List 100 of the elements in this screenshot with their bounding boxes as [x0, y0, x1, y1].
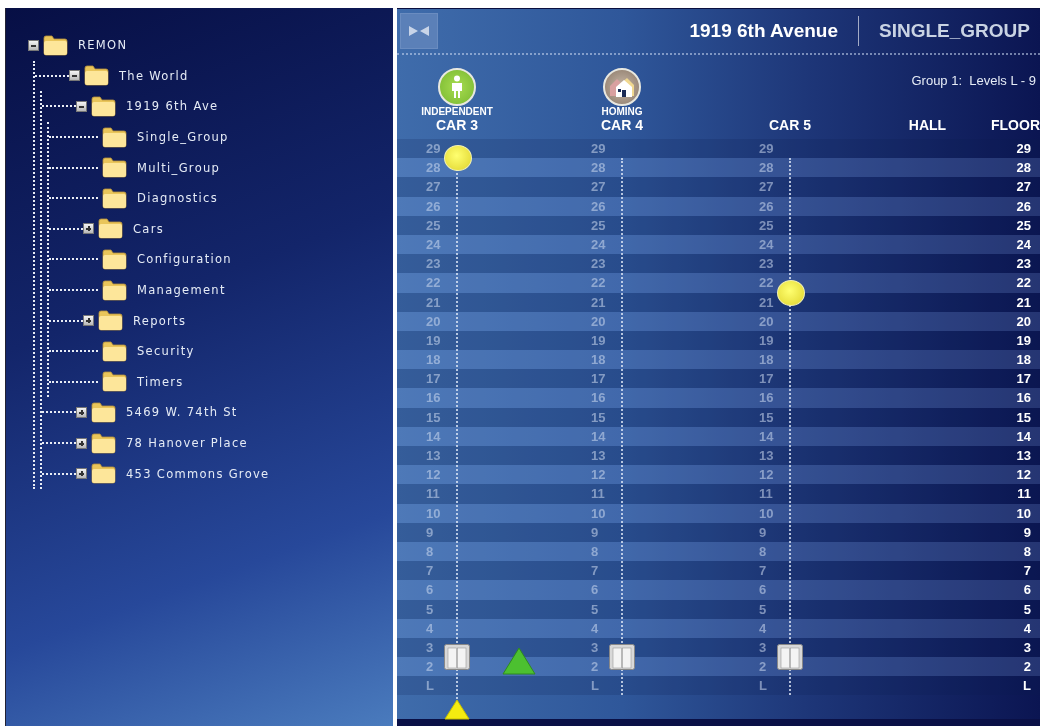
- floor-number: 14: [758, 427, 774, 446]
- floor-number: 2: [758, 658, 767, 677]
- floor-number: 2: [590, 658, 599, 677]
- floor-number: 12: [590, 466, 606, 485]
- folder-icon: [102, 340, 127, 362]
- floor-number: 9: [425, 523, 434, 542]
- column-header: CAR 5: [769, 117, 811, 133]
- floor-number: 16: [425, 389, 441, 408]
- floor-number: 12: [425, 466, 441, 485]
- tree-item[interactable]: Cars: [133, 221, 164, 236]
- tree-item[interactable]: REMON: [78, 38, 128, 53]
- tree-item[interactable]: Multi_Group: [137, 160, 221, 175]
- floor-label: 17: [1016, 370, 1032, 389]
- floor-number: 23: [758, 255, 774, 274]
- folder-icon: [102, 279, 127, 301]
- folder-icon: [84, 65, 109, 87]
- floor-number: 13: [590, 447, 606, 465]
- floor-number: 8: [590, 542, 599, 561]
- floor-number: L: [425, 677, 434, 696]
- floor-number: 25: [590, 216, 606, 235]
- floor-number: 7: [425, 562, 434, 581]
- tree-item[interactable]: Configuration: [137, 252, 232, 267]
- floor-number: 2: [425, 658, 434, 677]
- floor-number: 26: [590, 197, 606, 216]
- floor-number: 29: [758, 140, 774, 158]
- floor-number: 28: [758, 159, 774, 178]
- floor-number: 18: [590, 351, 606, 370]
- tree-item[interactable]: Diagnostics: [137, 191, 219, 206]
- floor-number: 15: [425, 408, 441, 427]
- collapse-panel-button[interactable]: [400, 13, 438, 49]
- floor-label: 24: [1016, 235, 1032, 254]
- car-mode: INDEPENDENT: [421, 107, 493, 117]
- floor-number: 5: [590, 600, 599, 619]
- expand-toggle[interactable]: [83, 315, 94, 327]
- floor-number: 19: [758, 331, 774, 350]
- tree-item[interactable]: Security: [137, 344, 195, 359]
- floor-number: 17: [425, 370, 441, 389]
- floor-label: 9: [1023, 523, 1032, 542]
- floor-number: 7: [590, 562, 599, 581]
- collapse-toggle[interactable]: [69, 70, 80, 82]
- floor-number: 25: [758, 216, 774, 235]
- floor-number: 11: [425, 485, 440, 504]
- floor-number: 11: [590, 485, 605, 504]
- tree-item[interactable]: Timers: [137, 374, 184, 389]
- floor-number: 22: [758, 274, 774, 293]
- floor-number: 13: [758, 447, 774, 465]
- floor-number: 22: [425, 274, 441, 293]
- floor-label: 4: [1023, 619, 1032, 638]
- expand-toggle[interactable]: [76, 468, 87, 480]
- column-header: CAR 4: [601, 117, 643, 133]
- collapse-toggle[interactable]: [76, 101, 87, 112]
- floor-label: 27: [1016, 178, 1032, 197]
- tree-item[interactable]: Reports: [133, 313, 187, 328]
- floor-number: 7: [758, 562, 767, 581]
- floor-number: 20: [590, 312, 606, 331]
- floor-number: 21: [758, 293, 774, 312]
- floor-label: 18: [1016, 351, 1032, 370]
- collapse-toggle[interactable]: [28, 39, 39, 51]
- floor-number: 3: [590, 638, 599, 657]
- folder-icon: [102, 248, 127, 270]
- floor-number: L: [590, 677, 599, 696]
- floor-number: 20: [425, 312, 441, 331]
- floor-number: 28: [590, 159, 606, 178]
- floor-label: 15: [1016, 408, 1032, 427]
- tree-item[interactable]: Management: [137, 283, 226, 298]
- tree-item[interactable]: 1919 6th Ave: [126, 99, 219, 114]
- tree-item[interactable]: 5469 W. 74th St: [126, 405, 238, 420]
- tree-item[interactable]: 78 Hanover Place: [126, 436, 248, 450]
- floor-number: 21: [590, 293, 606, 312]
- floor-number: 16: [758, 389, 774, 408]
- floor-label: 29: [1016, 140, 1032, 158]
- floor-label: 21: [1016, 293, 1032, 312]
- expand-toggle[interactable]: [83, 223, 94, 235]
- tree-item[interactable]: Single_Group: [137, 130, 229, 145]
- floor-number: 27: [590, 178, 606, 197]
- floor-number: 13: [425, 447, 441, 465]
- floor-label: 23: [1016, 255, 1032, 274]
- floor-number: 29: [425, 140, 441, 158]
- floor-number: 8: [425, 542, 434, 561]
- floor-number: 18: [425, 351, 441, 370]
- floor-label: 20: [1016, 312, 1032, 331]
- tree-item[interactable]: 453 Commons Grove: [126, 466, 270, 481]
- floor-number: 10: [758, 504, 774, 523]
- floor-number: 9: [758, 523, 767, 542]
- floor-label: 6: [1023, 581, 1032, 600]
- floor-number: 27: [758, 178, 774, 197]
- floor-number: 25: [425, 216, 441, 235]
- car-mode: HOMING: [601, 107, 643, 117]
- floor-number: 5: [425, 600, 434, 619]
- expand-toggle[interactable]: [76, 406, 87, 418]
- group-title: SINGLE_GROUP: [879, 20, 1030, 42]
- floor-number: 14: [590, 427, 606, 446]
- expand-toggle[interactable]: [76, 437, 87, 449]
- folder-icon: [91, 432, 116, 454]
- floor-number: 18: [758, 351, 774, 370]
- floor-number: 23: [425, 255, 441, 274]
- floor-number: 27: [425, 178, 441, 197]
- floor-number: 10: [425, 504, 441, 523]
- floor-number: 29: [590, 140, 606, 158]
- tree-item[interactable]: The World: [119, 68, 189, 83]
